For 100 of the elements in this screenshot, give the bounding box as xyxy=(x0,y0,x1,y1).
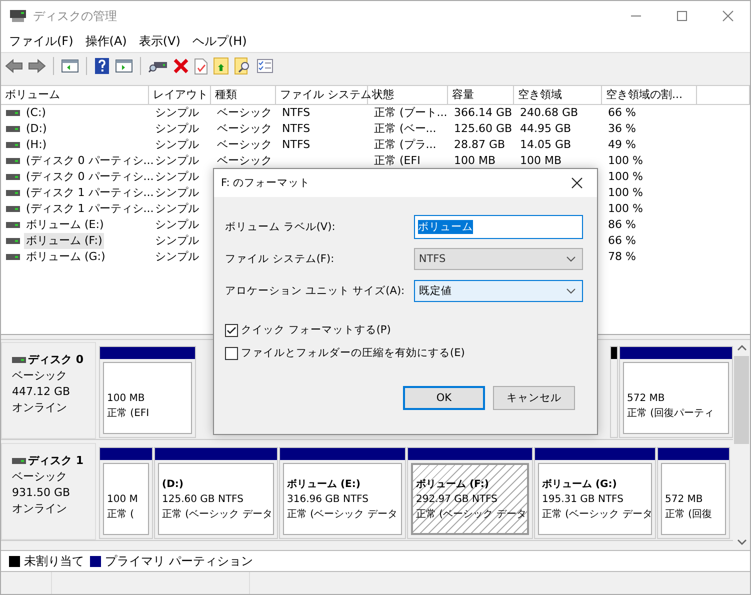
checkbox[interactable] xyxy=(225,346,238,360)
volume-name[interactable]: (ディスク 1 パーティシ... xyxy=(24,185,156,201)
disk-drive-icon xyxy=(6,126,20,132)
table-cell: 100 % xyxy=(608,154,643,167)
table-cell: シンプル xyxy=(155,218,199,231)
folder-search-icon[interactable] xyxy=(234,57,252,75)
table-cell: シンプル xyxy=(155,106,199,119)
table-cell: 125.60 GB xyxy=(454,122,512,135)
volume-name[interactable]: (D:) xyxy=(24,121,49,137)
table-cell: 78 % xyxy=(608,250,636,263)
partition-label: ボリューム (E:) xyxy=(287,478,362,492)
table-cell: 100 % xyxy=(608,186,643,199)
partition-size: 100 M xyxy=(107,492,139,506)
delete-icon[interactable] xyxy=(173,58,189,74)
menu-item[interactable]: ヘルプ(H) xyxy=(192,33,247,50)
legend-label: 未割り当て xyxy=(24,552,84,570)
partition-status: 正常 (ベーシック データ xyxy=(542,508,651,522)
window-pane-icon[interactable] xyxy=(61,58,79,74)
partition-status: 正常 (ベーシック データ xyxy=(416,508,527,522)
table-cell: シンプル xyxy=(155,154,199,167)
volume-name[interactable]: (ディスク 0 パーティシ... xyxy=(24,169,156,185)
menu-item[interactable]: 操作(A) xyxy=(85,33,127,50)
window-title: ディスクの管理 xyxy=(33,8,117,24)
volume-name[interactable]: ボリューム (E:) xyxy=(24,217,106,233)
forward-arrow-icon[interactable] xyxy=(28,59,46,73)
partition-block[interactable] xyxy=(610,346,618,438)
drive-connect-icon[interactable] xyxy=(148,59,168,73)
table-cell: 36 % xyxy=(608,122,636,135)
checkbox-label[interactable]: クイック フォーマットする(P) xyxy=(241,323,391,337)
help-icon[interactable] xyxy=(94,57,110,75)
checklist-icon[interactable] xyxy=(257,59,273,73)
table-cell: シンプル xyxy=(155,202,199,215)
partition-status: 正常 (ベーシック データ xyxy=(287,508,398,522)
column-header[interactable]: 容量 xyxy=(448,86,514,104)
partition-block[interactable]: ボリューム (G:) 195.31 GB NTFS 正常 (ベーシック データ xyxy=(534,447,656,539)
table-cell: シンプル xyxy=(155,122,199,135)
table-cell: シンプル xyxy=(155,250,199,263)
partition-header xyxy=(611,347,617,359)
table-cell: 66 % xyxy=(608,234,636,247)
table-cell: 100 % xyxy=(608,170,643,183)
menu-item[interactable]: ファイル(F) xyxy=(9,33,74,50)
volume-name[interactable]: (ディスク 0 パーティシ... xyxy=(24,153,156,169)
partition-size: 195.31 GB NTFS xyxy=(542,492,624,506)
disk-drive-icon xyxy=(9,9,27,23)
table-cell: 正常 (ブート... xyxy=(374,106,448,119)
maximize-icon[interactable] xyxy=(676,10,688,22)
menu-item[interactable]: 表示(V) xyxy=(138,33,180,50)
field-label: アロケーション ユニット サイズ(A): xyxy=(225,284,406,298)
back-arrow-icon[interactable] xyxy=(5,59,23,73)
partition-block[interactable]: 572 MB 正常 (回復 xyxy=(657,447,730,539)
close-icon[interactable] xyxy=(571,177,583,189)
partition-block[interactable]: (D:) 125.60 GB NTFS 正常 (ベーシック データ xyxy=(154,447,278,539)
column-header[interactable]: 空き領域の割... xyxy=(602,86,697,104)
column-header[interactable]: ファイル システム xyxy=(276,86,368,104)
chevron-down-icon xyxy=(566,256,576,262)
dropdown[interactable]: 既定値 xyxy=(414,280,583,302)
scrollbar-thumb[interactable] xyxy=(734,356,749,444)
disk-name: ディスク 1 xyxy=(28,454,84,468)
table-cell: 正常 (ベー... xyxy=(374,122,436,135)
disk-drive-icon xyxy=(6,110,20,116)
volume-name[interactable]: ボリューム (G:) xyxy=(24,249,108,265)
table-cell: 正常 (プラ... xyxy=(374,138,436,151)
volume-name[interactable]: (ディスク 1 パーティシ... xyxy=(24,201,156,217)
volume-name[interactable]: (C:) xyxy=(24,105,48,121)
column-header[interactable]: 空き領域 xyxy=(514,86,602,104)
table-cell: 100 MB xyxy=(520,154,562,167)
checkbox-label[interactable]: ファイルとフォルダーの圧縮を有効にする(E) xyxy=(241,346,465,360)
partition-size: 125.60 GB NTFS xyxy=(162,492,244,506)
checkbox[interactable] xyxy=(225,324,238,336)
volume-name[interactable]: ボリューム (F:) xyxy=(24,233,104,249)
disk-info-panel[interactable]: ディスク 0 ベーシック 447.12 GB オンライン xyxy=(1,342,96,439)
table-cell: 28.87 GB xyxy=(454,138,506,151)
window-pane-icon[interactable] xyxy=(115,58,133,74)
partition-block[interactable]: 100 MB 正常 (EFI xyxy=(99,346,196,438)
partition-block[interactable]: 100 M 正常 ( xyxy=(99,447,153,539)
disk-drive-icon xyxy=(6,174,20,180)
text-field[interactable]: ボリューム xyxy=(414,215,583,239)
table-cell: ベーシック xyxy=(217,106,272,119)
folder-up-icon[interactable] xyxy=(213,57,229,75)
disk-drive-icon xyxy=(6,190,20,196)
partition-block[interactable]: ボリューム (E:) 316.96 GB NTFS 正常 (ベーシック データ xyxy=(279,447,406,539)
table-cell: NTFS xyxy=(282,138,310,151)
partition-status: 正常 (回復パーティ xyxy=(627,406,716,420)
partition-status: 正常 (EFI xyxy=(107,406,150,420)
legend-label: プライマリ パーティション xyxy=(105,552,253,570)
table-cell: 86 % xyxy=(608,218,636,231)
table-cell: シンプル xyxy=(155,234,199,247)
column-header[interactable]: レイアウト xyxy=(149,86,211,104)
volume-name[interactable]: (H:) xyxy=(24,137,49,153)
disk-info-panel[interactable]: ディスク 1 ベーシック 931.50 GB オンライン xyxy=(1,443,96,540)
scroll-down-icon[interactable] xyxy=(736,538,746,546)
column-header[interactable]: 種類 xyxy=(211,86,276,104)
dialog-button[interactable]: キャンセル xyxy=(493,386,575,410)
partition-size: 316.96 GB NTFS xyxy=(287,492,370,506)
partition-block[interactable]: 572 MB 正常 (回復パーティ xyxy=(619,346,733,438)
dialog-button[interactable]: OK xyxy=(403,386,485,410)
checked-document-icon[interactable] xyxy=(194,58,208,74)
scroll-up-icon[interactable] xyxy=(736,344,746,352)
column-header[interactable]: ボリューム xyxy=(1,86,149,104)
partition-block[interactable]: ボリューム (F:) 292.97 GB NTFS 正常 (ベーシック データ xyxy=(407,447,533,539)
